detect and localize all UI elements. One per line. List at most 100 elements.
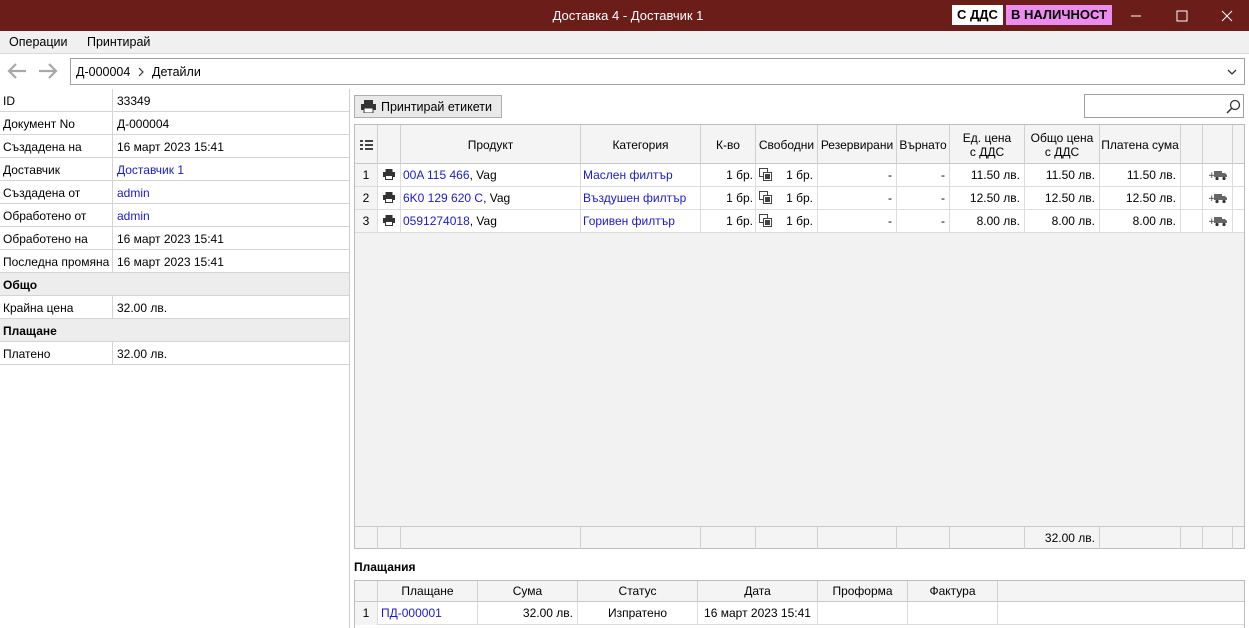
paid-cell: 11.50 лв. [1100, 164, 1181, 186]
total-price-cell: 12.50 лв. [1025, 187, 1100, 209]
category-link[interactable]: Горивен филтър [583, 214, 675, 228]
chevron-right-icon [138, 67, 144, 77]
product-link[interactable]: 6K0 129 620 C [403, 191, 483, 205]
add-delivery-button[interactable]: + [1203, 210, 1233, 232]
stock-copy-icon[interactable] [759, 168, 773, 182]
header-free[interactable]: Свободни [756, 125, 818, 164]
footer-cell [701, 527, 756, 549]
menu-bar: Операции Принтирай [0, 31, 1249, 54]
reserved-cell: - [818, 164, 897, 186]
close-button[interactable] [1204, 0, 1249, 31]
add-delivery-button[interactable]: + [1203, 187, 1233, 209]
detail-row-created-on: Създадена на 16 март 2023 15:41 [0, 135, 349, 158]
minimize-button[interactable] [1113, 0, 1159, 31]
reserved-cell: - [818, 187, 897, 209]
footer-cell [581, 527, 701, 549]
unit-price-cell: 8.00 лв. [950, 210, 1025, 232]
detail-row-paid: Платено 32.00 лв. [0, 342, 349, 365]
amount-cell: 32.00 лв. [478, 602, 578, 625]
header-invoice[interactable]: Фактура [908, 581, 998, 602]
date-cell: 16 март 2023 15:41 [698, 602, 818, 625]
header-reserved[interactable]: Резервирани [818, 125, 897, 164]
stock-copy-icon[interactable] [759, 214, 773, 228]
detail-row-document-no: Документ No Д-000004 [0, 112, 349, 135]
payment-row[interactable]: 1 ПД-000001 32.00 лв. Изпратено 16 март … [355, 602, 1244, 625]
menu-operations[interactable]: Операции [9, 35, 67, 49]
print-labels-button[interactable]: Принтирай етикети [354, 95, 502, 118]
search-icon[interactable] [1226, 99, 1241, 114]
forward-button[interactable] [36, 60, 60, 82]
stock-copy-icon[interactable] [759, 191, 773, 205]
table-row[interactable]: 1 00A 115 466, Vag Маслен филтър 1 бр. 1… [355, 164, 1244, 187]
table-row[interactable]: 2 6K0 129 620 C, Vag Въздушен филтър 1 б… [355, 187, 1244, 210]
free-cell: 1 бр. [756, 187, 818, 209]
header-product[interactable]: Продукт [401, 125, 581, 164]
chevron-down-icon[interactable] [1227, 68, 1237, 76]
items-grid: Продукт Категория К-во Свободни Резервир… [354, 124, 1245, 549]
free-value: 1 бр. [786, 191, 813, 205]
header-category[interactable]: Категория [581, 125, 701, 164]
detail-label: Доставчик [3, 163, 61, 177]
column-list-icon [359, 139, 373, 150]
header-returned[interactable]: Върнато [897, 125, 950, 164]
total-price-cell: 11.50 лв. [1025, 164, 1100, 186]
items-grid-header: Продукт Категория К-во Свободни Резервир… [355, 125, 1244, 164]
extra-cell [1181, 164, 1203, 186]
returned-cell: - [897, 164, 950, 186]
detail-label: Платено [3, 347, 51, 361]
reserved-cell: - [818, 210, 897, 232]
supplier-link[interactable]: Доставчик 1 [117, 163, 184, 177]
header-extra-1 [1181, 125, 1203, 164]
header-status[interactable]: Статус [578, 581, 698, 602]
free-cell: 1 бр. [756, 210, 818, 232]
header-paid[interactable]: Платена сума [1100, 125, 1181, 164]
back-button[interactable] [5, 60, 29, 82]
breadcrumb[interactable]: Д-000004 Детайли [70, 58, 1245, 85]
footer-cell [401, 527, 581, 549]
menu-print[interactable]: Принтирай [87, 35, 150, 49]
search-input[interactable] [1084, 94, 1244, 118]
footer-cell [355, 527, 378, 549]
payments-grid-header: Плащане Сума Статус Дата Проформа Фактур… [355, 581, 1244, 602]
minimize-icon [1131, 15, 1141, 17]
category-link[interactable]: Маслен филтър [583, 168, 673, 182]
detail-label: Създадена на [3, 140, 82, 154]
header-unit-price[interactable]: Ед. цена с ДДС [950, 125, 1025, 164]
detail-label: Крайна цена [3, 301, 74, 315]
detail-label: Обработено от [3, 209, 87, 223]
product-link[interactable]: 0591274018 [403, 214, 470, 228]
created-by-link[interactable]: admin [117, 186, 150, 200]
panel-splitter[interactable] [349, 89, 350, 628]
add-truck-icon: + [1208, 194, 1227, 204]
header-proforma[interactable]: Проформа [818, 581, 908, 602]
breadcrumb-section[interactable]: Детайли [152, 65, 201, 79]
stock-badge: В НАЛИЧНОСТ [1006, 5, 1113, 25]
table-row[interactable]: 3 0591274018, Vag Горивен филтър 1 бр. 1… [355, 210, 1244, 233]
category-link[interactable]: Въздушен филтър [583, 191, 686, 205]
breadcrumb-document[interactable]: Д-000004 [76, 65, 130, 79]
printer-icon [383, 215, 395, 226]
navigation-bar: Д-000004 Детайли [0, 55, 1249, 88]
column-chooser[interactable] [355, 125, 378, 164]
maximize-button[interactable] [1159, 0, 1205, 31]
header-amount[interactable]: Сума [478, 581, 578, 602]
header-date[interactable]: Дата [698, 581, 818, 602]
print-row-button[interactable] [378, 164, 401, 186]
header-qty[interactable]: К-во [701, 125, 756, 164]
free-cell: 1 бр. [756, 164, 818, 186]
processed-by-link[interactable]: admin [117, 209, 150, 223]
payments-grid: Плащане Сума Статус Дата Проформа Фактур… [354, 580, 1245, 628]
returned-cell: - [897, 187, 950, 209]
invoice-cell [908, 602, 998, 625]
print-row-button[interactable] [378, 187, 401, 209]
section-total-header: Общо [0, 273, 349, 296]
product-link[interactable]: 00A 115 466 [403, 168, 470, 182]
header-payment[interactable]: Плащане [378, 581, 478, 602]
detail-label: Документ No [3, 117, 75, 131]
footer-cell [1181, 527, 1203, 549]
category-cell: Въздушен филтър [581, 187, 701, 209]
payment-link[interactable]: ПД-000001 [381, 606, 442, 620]
print-row-button[interactable] [378, 210, 401, 232]
add-delivery-button[interactable]: + [1203, 164, 1233, 186]
header-total-price[interactable]: Общо цена с ДДС [1025, 125, 1100, 164]
